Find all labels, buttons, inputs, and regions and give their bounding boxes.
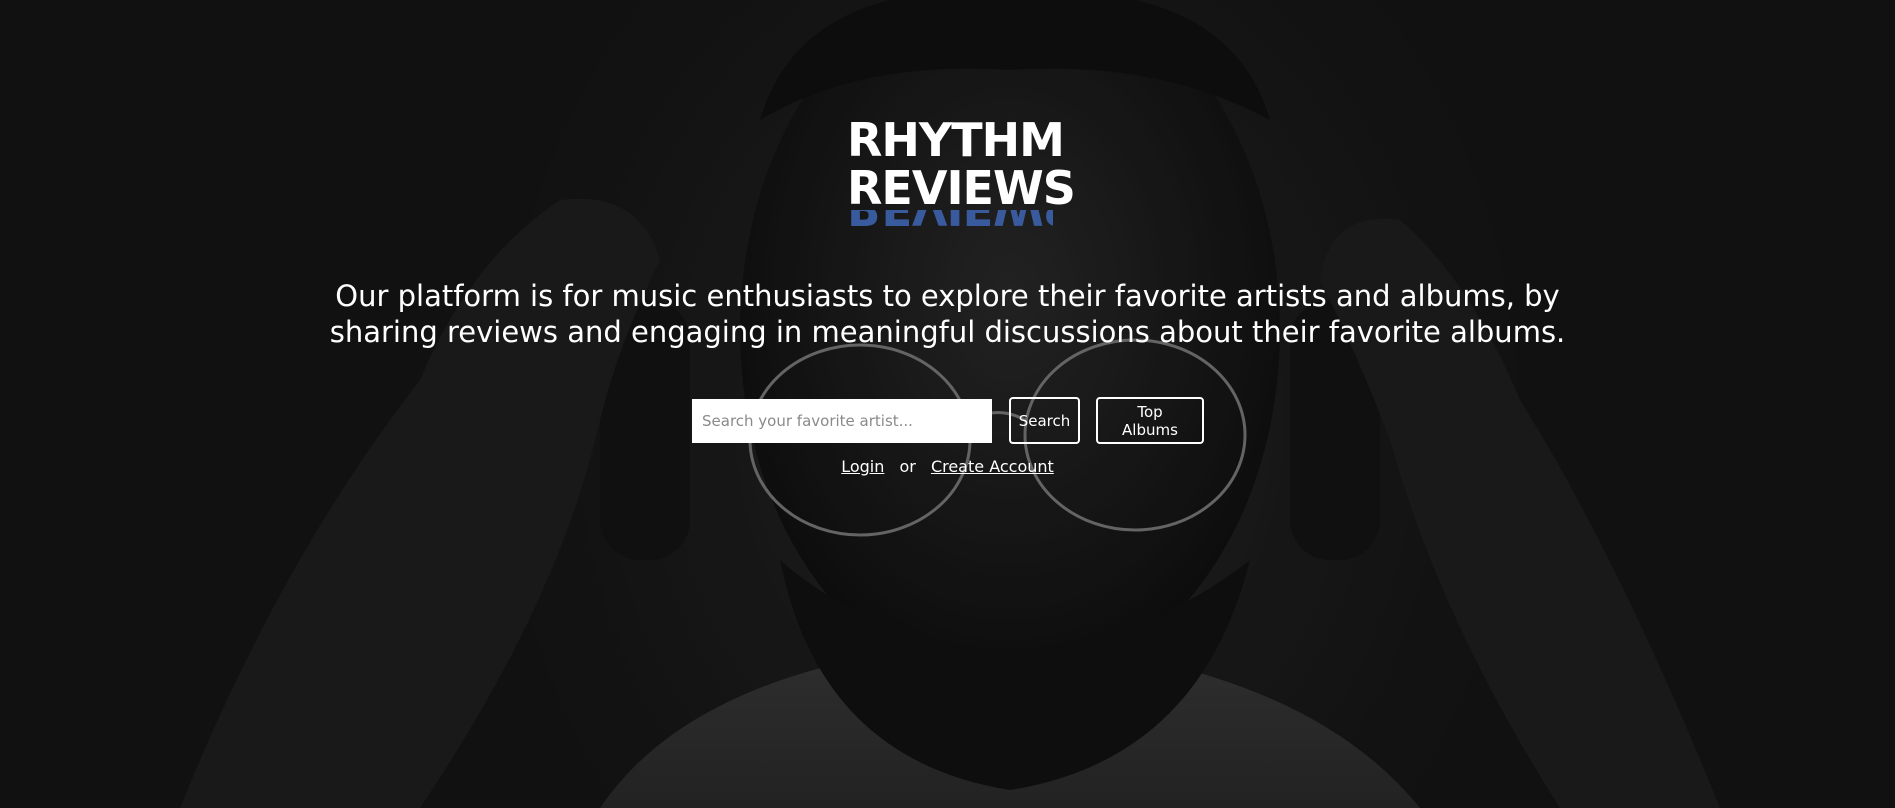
auth-separator: or <box>899 457 916 476</box>
login-link[interactable]: Login <box>841 457 884 476</box>
top-albums-button[interactable]: Top Albums <box>1096 397 1204 444</box>
brand-reflection: REVIEWS <box>847 210 1053 232</box>
brand-line-1: RHYTHM <box>847 113 1065 167</box>
tagline: Our platform is for music enthusiasts to… <box>329 279 1566 349</box>
brand-logo: RHYTHM REVIEWS <box>847 113 1076 215</box>
search-input[interactable] <box>692 398 992 443</box>
search-button[interactable]: Search <box>1009 397 1080 444</box>
hero-section: RHYTHM REVIEWS REVIEWS Our platform is f… <box>0 0 1895 808</box>
auth-links: Login or Create Account <box>0 457 1895 476</box>
search-bar: Search Top Albums <box>692 397 1204 444</box>
brand-reflection-text: REVIEWS <box>847 210 1053 232</box>
create-account-link[interactable]: Create Account <box>931 457 1054 476</box>
brand-line-2: REVIEWS <box>847 161 1076 215</box>
